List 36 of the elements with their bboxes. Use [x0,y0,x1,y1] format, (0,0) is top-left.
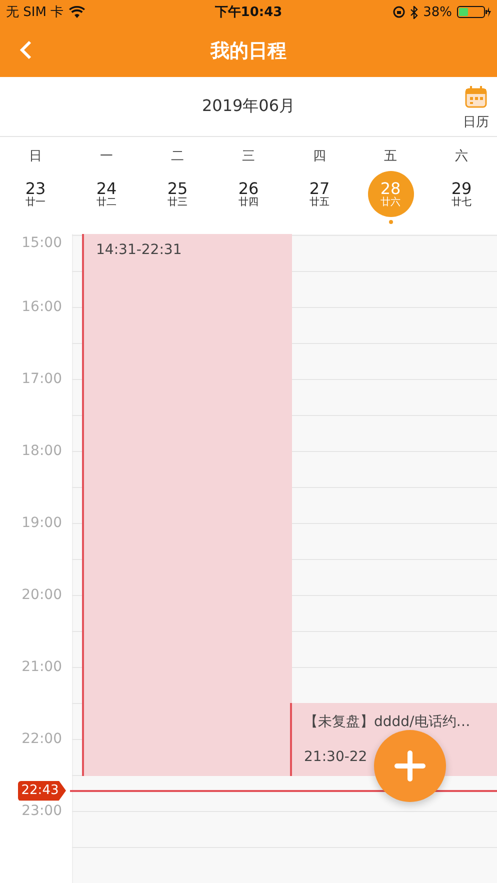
weekday-label: 日 [29,148,42,166]
date-button[interactable]: 25 廿三 [154,171,200,217]
page-title: 我的日程 [210,38,286,64]
hour-label: 17:00 [20,371,62,387]
carrier-text: 无 SIM 卡 [6,4,64,21]
date-button[interactable]: 23 廿一 [12,171,58,217]
date-button[interactable]: 24 廿二 [84,171,130,217]
hour-label: 18:00 [20,443,62,459]
date-button[interactable]: 29 廿七 [438,171,484,217]
clock-text: 下午10:43 [214,4,282,21]
back-chevron-icon[interactable] [20,40,32,60]
battery-icon [456,6,491,18]
weekday-label: 六 [455,148,468,166]
hour-label: 20:00 [20,587,62,603]
current-time-tag: 22:43 [18,780,66,801]
hour-label: 23:00 [20,803,62,819]
rotation-lock-icon [393,6,406,18]
weekday-label: 三 [242,148,255,166]
weekday-label: 四 [313,148,326,166]
calendar-button[interactable]: 日历 [463,85,489,131]
date-button[interactable]: 26 廿四 [226,171,272,217]
plus-icon[interactable] [394,750,426,782]
month-title: 2019年06月 [202,96,296,117]
event-block[interactable]: 14:31-22:31 [82,234,292,776]
hour-label: 15:00 [20,235,62,251]
hour-label: 19:00 [20,515,62,531]
date-button[interactable]: 27 廿五 [296,171,342,217]
weekday-label: 五 [384,148,397,166]
wifi-icon [68,6,85,18]
battery-text: 38% [423,4,452,20]
hour-label: 21:00 [20,659,62,675]
weekday-label: 二 [171,148,184,166]
weekday-label: 一 [100,148,113,166]
hour-label: 22:00 [20,731,62,747]
hour-label: 16:00 [20,299,62,315]
bluetooth-icon [410,6,418,18]
